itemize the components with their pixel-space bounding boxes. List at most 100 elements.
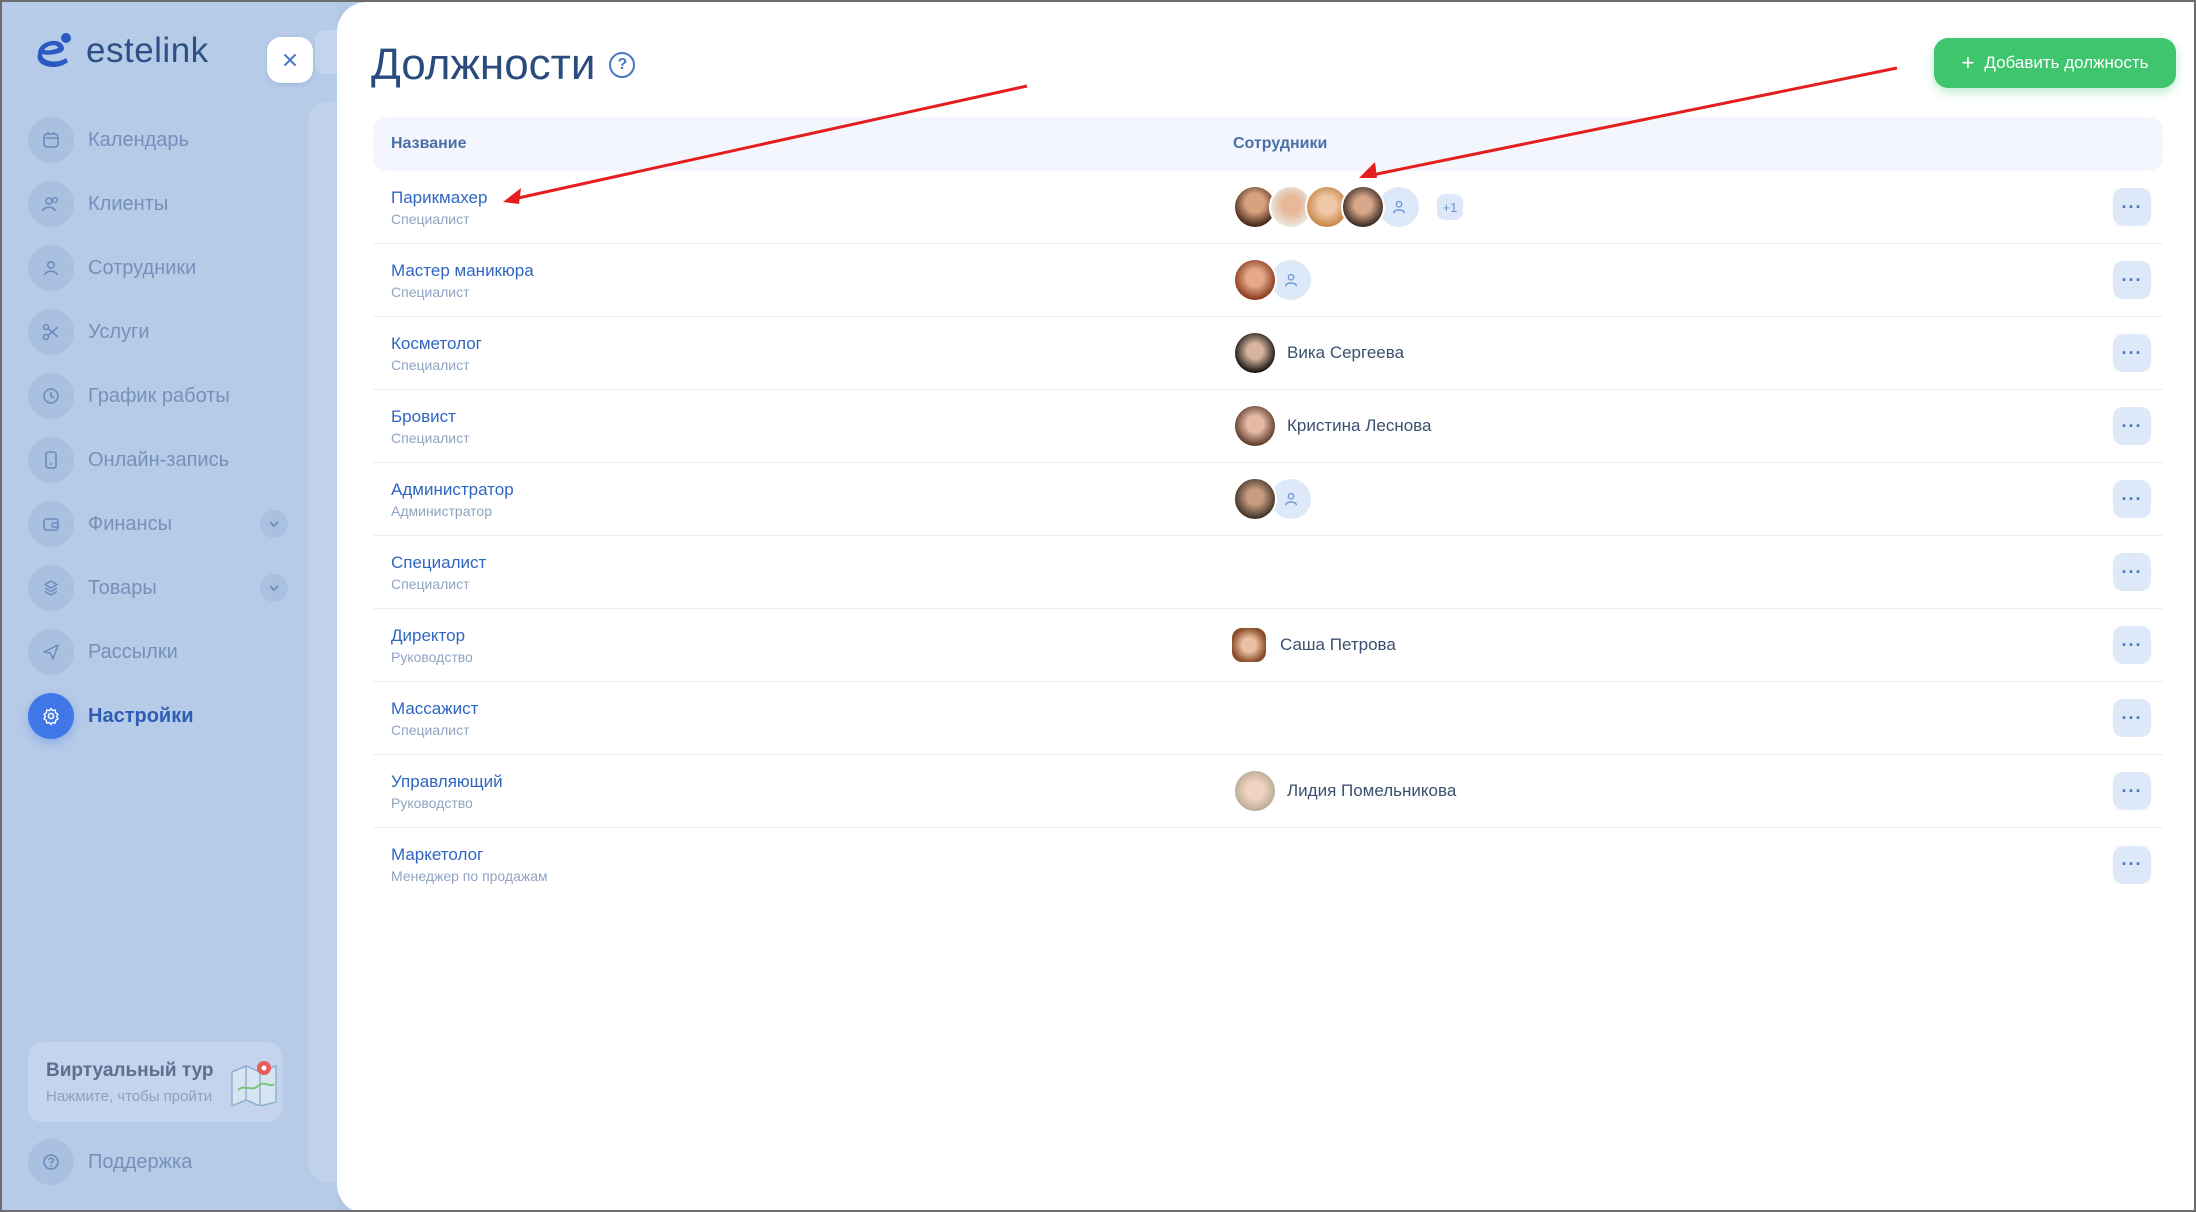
sidebar-item-label: Рассылки (88, 640, 178, 663)
table-row[interactable]: Мастер маникюра Специалист ··· (373, 244, 2163, 317)
row-menu-button[interactable]: ··· (2113, 845, 2151, 884)
sidebar-item-finance[interactable]: Финансы (28, 500, 288, 548)
row-menu-button[interactable]: ··· (2113, 626, 2151, 664)
page-header: Должности ? (371, 40, 636, 90)
user-icon (1284, 492, 1298, 506)
row-menu-button[interactable]: ··· (2113, 772, 2151, 810)
table-row[interactable]: Массажист Специалист ··· (373, 682, 2163, 755)
add-position-button[interactable]: + Добавить должность (1934, 38, 2176, 88)
sidebar-item-label: Календарь (88, 128, 189, 151)
sidebar-item-label: Финансы (88, 512, 172, 535)
sidebar-item-schedule[interactable]: График работы (28, 372, 288, 420)
table-row[interactable]: Маркетолог Менеджер по продажам ··· (373, 828, 2163, 901)
position-category: Специалист (391, 429, 470, 446)
map-icon (231, 1061, 277, 1106)
row-menu-button[interactable]: ··· (2113, 188, 2151, 226)
row-menu-button[interactable]: ··· (2113, 699, 2151, 737)
position-title[interactable]: Управляющий (391, 772, 1233, 792)
position-category: Менеджер по продажам (391, 868, 548, 884)
staff-name[interactable]: Вика Сергеева (1287, 343, 1404, 363)
chevron-down-icon[interactable] (260, 574, 288, 602)
chevron-down-icon[interactable] (260, 510, 288, 538)
position-category: Специалист (391, 283, 470, 300)
sidebar-item-products[interactable]: Товары (28, 564, 288, 612)
position-cell: Директор Руководство (373, 626, 1233, 665)
position-title[interactable]: Маркетолог (391, 845, 1233, 865)
virtual-tour-card[interactable]: Виртуальный тур Нажмите, чтобы пройти (28, 1042, 282, 1122)
app-window: estelink Календарь Клиенты Сотрудники Ус… (0, 0, 2196, 1212)
avatar-group[interactable] (1233, 258, 1313, 302)
table-row[interactable]: Специалист Специалист ··· (373, 536, 2163, 609)
more-staff-badge[interactable]: +1 (1437, 194, 1463, 220)
sidebar-item-label: Товары (88, 576, 157, 599)
staff-name[interactable]: Кристина Леснова (1287, 416, 1431, 436)
staff-cell: Лидия Помельникова (1233, 769, 1456, 813)
staff-name[interactable]: Саша Петрова (1280, 635, 1396, 655)
avatar (1233, 477, 1277, 521)
column-header-name: Название (391, 135, 467, 152)
sidebar-item-calendar[interactable]: Календарь (28, 116, 288, 164)
staff-name[interactable]: Лидия Помельникова (1287, 781, 1456, 801)
position-cell: Управляющий Руководство (373, 772, 1233, 811)
avatar (1233, 404, 1277, 448)
sidebar-nav: Календарь Клиенты Сотрудники Услуги Граф… (28, 116, 288, 756)
logo-text: estelink (86, 31, 209, 70)
wallet-icon (28, 501, 74, 547)
sidebar-item-clients[interactable]: Клиенты (28, 180, 288, 228)
position-title[interactable]: Бровист (391, 407, 1233, 427)
row-menu-button[interactable]: ··· (2113, 553, 2151, 591)
table-row[interactable]: Бровист Специалист Кристина Леснова ··· (373, 390, 2163, 463)
sidebar: estelink Календарь Клиенты Сотрудники Ус… (2, 2, 348, 1210)
staff-cell: +1 (1233, 185, 1463, 229)
add-position-label: Добавить должность (1984, 53, 2149, 72)
help-icon[interactable]: ? (609, 52, 636, 78)
position-category: Руководство (391, 648, 473, 665)
row-menu-button[interactable]: ··· (2113, 334, 2151, 372)
sidebar-item-label: График работы (88, 384, 230, 407)
logo[interactable]: estelink (28, 30, 209, 72)
position-cell: Массажист Специалист (373, 699, 1233, 738)
position-title[interactable]: Парикмахер (391, 188, 1233, 208)
position-category: Специалист (391, 210, 470, 227)
box-icon (28, 565, 74, 611)
position-title[interactable]: Косметолог (391, 334, 1233, 354)
close-sidebar-button[interactable] (267, 37, 313, 83)
sidebar-item-services[interactable]: Услуги (28, 308, 288, 356)
hidden-menu-toggle (315, 30, 337, 74)
sidebar-item-mailings[interactable]: Рассылки (28, 628, 288, 676)
avatar-group[interactable] (1233, 477, 1313, 521)
row-menu-button[interactable]: ··· (2113, 407, 2151, 445)
row-menu-button[interactable]: ··· (2113, 480, 2151, 518)
table-row[interactable]: Парикмахер Специалист +1 ··· (373, 171, 2163, 244)
staff-cell: Вика Сергеева (1233, 331, 1404, 375)
position-title[interactable]: Администратор (391, 480, 1233, 500)
sidebar-item-settings[interactable]: Настройки (28, 692, 288, 740)
table-row[interactable]: Директор Руководство Саша Петрова ··· (373, 609, 2163, 682)
position-title[interactable]: Мастер маникюра (391, 261, 1233, 281)
position-title[interactable]: Директор (391, 626, 1233, 646)
avatar (1233, 331, 1277, 375)
question-icon (28, 1139, 74, 1185)
avatar-group[interactable] (1233, 185, 1421, 229)
row-menu-button[interactable]: ··· (2113, 261, 2151, 299)
staff-cell (1233, 258, 1313, 302)
sidebar-item-online-booking[interactable]: Онлайн-запись (28, 436, 288, 484)
plus-icon: + (1961, 50, 1975, 75)
position-category: Специалист (391, 356, 470, 373)
sidebar-item-staff[interactable]: Сотрудники (28, 244, 288, 292)
table-row[interactable]: Управляющий Руководство Лидия Помельнико… (373, 755, 2163, 828)
staff-cell: Кристина Леснова (1233, 404, 1431, 448)
table-row[interactable]: Администратор Администратор ··· (373, 463, 2163, 536)
position-title[interactable]: Специалист (391, 553, 1233, 573)
user-icon (1392, 200, 1406, 214)
position-cell: Мастер маникюра Специалист (373, 261, 1233, 300)
main-panel: Должности ? + Добавить должность Названи… (337, 2, 2194, 1210)
support-label: Поддержка (88, 1150, 193, 1173)
staff-cell: Саша Петрова (1230, 626, 1396, 664)
position-title[interactable]: Массажист (391, 699, 1233, 719)
sidebar-item-label: Клиенты (88, 192, 169, 215)
sidebar-item-support[interactable]: Поддержка (28, 1139, 192, 1185)
avatar (1230, 626, 1268, 664)
table-row[interactable]: Косметолог Специалист Вика Сергеева ··· (373, 317, 2163, 390)
clients-icon (28, 181, 74, 227)
